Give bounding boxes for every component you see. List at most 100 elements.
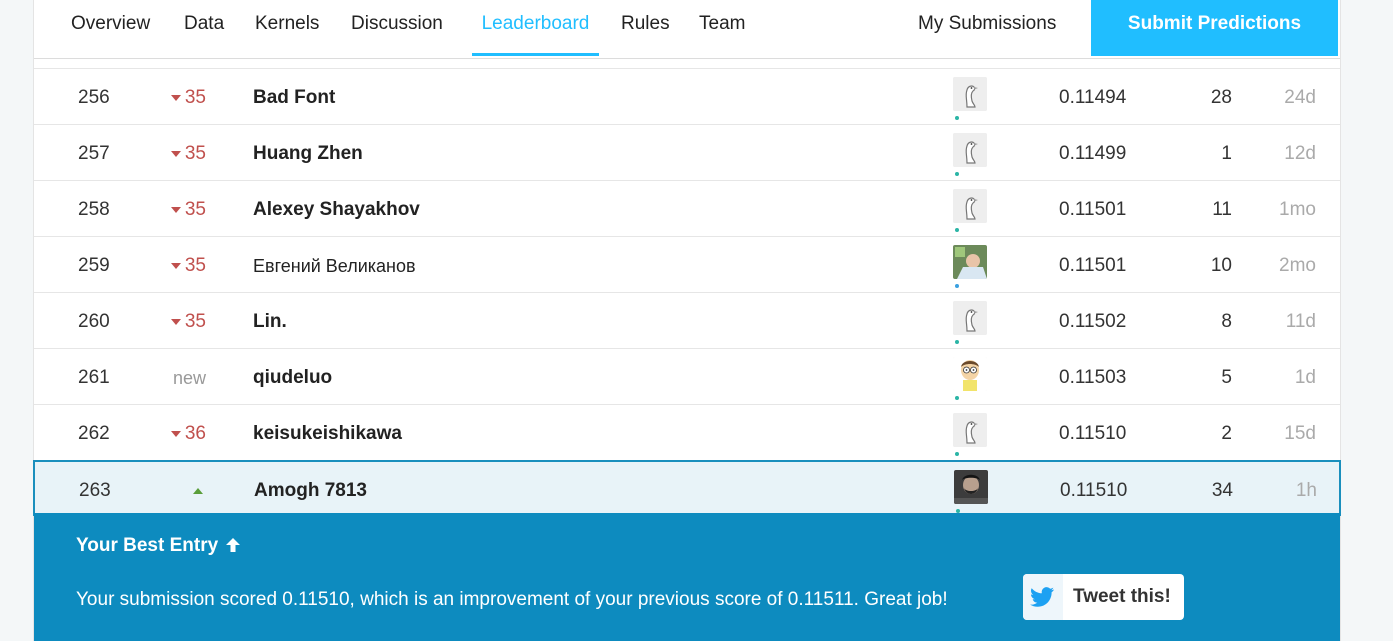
- rank-down-icon: [170, 94, 181, 101]
- team-name[interactable]: Lin.: [253, 293, 287, 348]
- submit-predictions-button[interactable]: Submit Predictions: [1091, 0, 1338, 56]
- rank-change: 35: [161, 293, 206, 348]
- rank-change-value: 35: [184, 199, 206, 220]
- rank-change-value: 36: [184, 423, 206, 444]
- rank: 263: [79, 480, 111, 501]
- last-submission: 1d: [1294, 367, 1316, 388]
- twitter-icon: [1023, 574, 1063, 620]
- team-name[interactable]: Alexey Shayakhov: [253, 181, 420, 236]
- leaderboard-row[interactable]: 260 35 Lin. 0.11502 8 11d: [34, 292, 1340, 348]
- last-submission: 2mo: [1279, 255, 1316, 276]
- score: 0.11501: [1059, 255, 1127, 276]
- team-name[interactable]: Евгений Великанов: [253, 237, 416, 292]
- team-name[interactable]: Amogh 7813: [254, 462, 367, 517]
- rank-change: 35: [161, 237, 206, 292]
- competition-nav: Overview Data Kernels Discussion Leaderb…: [34, 0, 1340, 59]
- goose-icon[interactable]: [953, 413, 987, 447]
- tier-dot: [955, 340, 959, 344]
- leaderboard-row[interactable]: 259 35 Евгений Великанов 0.11501 10 2mo: [34, 236, 1340, 292]
- rank: 256: [78, 87, 110, 108]
- tier-dot: [955, 228, 959, 232]
- cartoon-avatar[interactable]: [953, 357, 987, 391]
- rank-change-value: 35: [184, 255, 206, 276]
- rank-up-icon: [193, 487, 203, 494]
- leaderboard-row[interactable]: 258 35 Alexey Shayakhov 0.11501 11 1mo: [34, 180, 1340, 236]
- entries-count: 1: [1221, 143, 1232, 164]
- team-name[interactable]: qiudeluo: [253, 349, 332, 404]
- tab-data[interactable]: Data: [184, 0, 224, 56]
- goose-icon[interactable]: [953, 77, 987, 111]
- entries-count: 2: [1221, 423, 1232, 444]
- team-name[interactable]: keisukeishikawa: [253, 405, 402, 460]
- leaderboard-row[interactable]: 257 35 Huang Zhen 0.11499 1 12d: [34, 124, 1340, 180]
- entries-count: 28: [1210, 87, 1232, 108]
- leaderboard-row[interactable]: 256 35 Bad Font 0.11494 28 24d: [34, 68, 1340, 124]
- rank-change: 35: [161, 125, 206, 180]
- last-submission: 1h: [1295, 480, 1317, 501]
- rank: 259: [78, 255, 110, 276]
- goose-icon[interactable]: [953, 133, 987, 167]
- rank-change-value: 35: [184, 311, 206, 332]
- leaderboard-row[interactable]: 261 new qiudeluo 0.11503 5 1d: [34, 348, 1340, 404]
- score: 0.11499: [1059, 143, 1127, 164]
- entries-count: 10: [1210, 255, 1232, 276]
- rank: 257: [78, 143, 110, 164]
- score: 0.11502: [1059, 311, 1127, 332]
- tier-dot: [955, 116, 959, 120]
- rank: 262: [78, 423, 110, 444]
- score: 0.11510: [1060, 480, 1128, 501]
- tab-overview[interactable]: Overview: [71, 0, 150, 56]
- rank-change: 538: [162, 462, 207, 559]
- last-submission: 24d: [1284, 87, 1316, 108]
- best-entry-title-text: Your Best Entry: [76, 535, 219, 556]
- rank-change: new: [161, 349, 206, 404]
- best-entry-title: Your Best Entry: [76, 535, 241, 557]
- rank-down-icon: [170, 430, 181, 437]
- rank: 261: [78, 367, 110, 388]
- tier-dot: [955, 396, 959, 400]
- last-submission: 15d: [1284, 423, 1316, 444]
- team-name[interactable]: Bad Font: [253, 69, 335, 124]
- tab-kernels[interactable]: Kernels: [255, 0, 319, 56]
- competition-page: Overview Data Kernels Discussion Leaderb…: [33, 0, 1341, 641]
- arrow-up-icon: [226, 538, 241, 552]
- score: 0.11503: [1059, 367, 1127, 388]
- score: 0.11494: [1059, 87, 1127, 108]
- score: 0.11510: [1059, 423, 1127, 444]
- tier-dot: [955, 284, 959, 288]
- entries-count: 8: [1221, 311, 1232, 332]
- entries-count: 5: [1221, 367, 1232, 388]
- goose-icon[interactable]: [953, 189, 987, 223]
- photo-avatar[interactable]: [953, 245, 987, 279]
- tab-leaderboard[interactable]: Leaderboard: [472, 0, 599, 56]
- my-team-row[interactable]: 263 538 Amogh 7813 0.11510 34 1h: [33, 460, 1341, 559]
- tab-rules[interactable]: Rules: [621, 0, 670, 56]
- tier-dot: [955, 172, 959, 176]
- rank-change: 35: [161, 181, 206, 236]
- last-submission: 11d: [1285, 311, 1316, 332]
- rank-down-icon: [170, 262, 181, 269]
- goose-icon[interactable]: [953, 301, 987, 335]
- last-submission: 12d: [1284, 143, 1316, 164]
- leaderboard-row[interactable]: 262 36 keisukeishikawa 0.11510 2 15d: [34, 404, 1340, 460]
- rank: 258: [78, 199, 110, 220]
- best-entry-message: Your submission scored 0.11510, which is…: [76, 589, 948, 610]
- rank-change: 35: [161, 69, 206, 124]
- tweet-this-button[interactable]: Tweet this!: [1023, 574, 1184, 620]
- best-entry-banner: Your Best Entry Your submission scored 0…: [34, 513, 1340, 641]
- entries-count: 34: [1211, 480, 1233, 501]
- tweet-this-label: Tweet this!: [1073, 586, 1171, 607]
- my-submissions-link[interactable]: My Submissions: [918, 0, 1056, 56]
- rank-change: 36: [161, 405, 206, 460]
- leaderboard-table: 256 35 Bad Font 0.11494 28 24d 257 35 Huang Zhen…: [33, 68, 1341, 559]
- rank-down-icon: [170, 318, 181, 325]
- tab-discussion[interactable]: Discussion: [351, 0, 443, 56]
- rank: 260: [78, 311, 110, 332]
- score: 0.11501: [1059, 199, 1127, 220]
- team-name[interactable]: Huang Zhen: [253, 125, 363, 180]
- tab-team[interactable]: Team: [699, 0, 745, 56]
- entries-count: 11: [1212, 199, 1232, 220]
- tier-dot: [955, 452, 959, 456]
- user-photo-avatar[interactable]: [954, 470, 988, 504]
- rank-down-icon: [170, 150, 181, 157]
